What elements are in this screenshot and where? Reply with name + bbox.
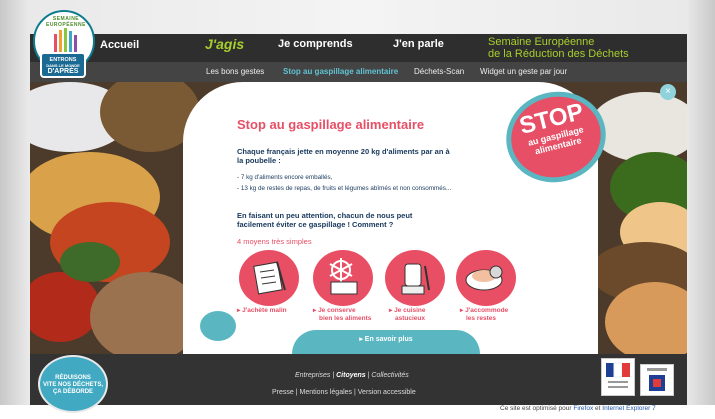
conserve-label[interactable]: ▸ Je conserve bien les aliments: [313, 307, 371, 322]
ie7-link[interactable]: Internet Explorer 7: [602, 405, 655, 412]
optim-et: et: [593, 405, 603, 412]
reduisons-line2: VITE NOS DÉCHETS,: [42, 382, 103, 388]
panel-moyens: 4 moyens très simples: [237, 237, 312, 246]
label-line: ▸ J'accommode: [460, 307, 509, 314]
subnav-stop-gaspillage[interactable]: Stop au gaspillage alimentaire: [283, 67, 398, 76]
nav-je-comprends[interactable]: Je comprends: [278, 38, 353, 50]
cuisine-label[interactable]: ▸ Je cuisine astucieux: [389, 307, 426, 322]
speech-bubble-icon[interactable]: [200, 311, 236, 341]
leftovers-dish-icon: [465, 265, 503, 291]
reduisons-line3: ÇA DÉBORDE: [52, 389, 94, 395]
logo-badge: ENTRONS DANS LE MONDE D'APRÈS: [40, 52, 86, 78]
reduisons-badge[interactable]: RÉDUISONS VITE NOS DÉCHETS, ÇA DÉBORDE: [38, 355, 108, 413]
en-savoir-plus-button[interactable]: ▸ En savoir plus: [292, 330, 480, 354]
nav-accueil[interactable]: Accueil: [100, 39, 139, 51]
footer: [30, 354, 687, 405]
panel-list: - 7 kg d'aliments encore emballés, - 13 …: [237, 174, 457, 196]
close-icon[interactable]: ×: [660, 84, 676, 100]
label-line: ▸ Je cuisine: [389, 307, 426, 314]
panel-intro: Chaque français jette en moyenne 20 kg d…: [237, 147, 450, 165]
subnav-bons-gestes[interactable]: Les bons gestes: [206, 67, 264, 76]
french-flag-icon: [606, 362, 630, 388]
tomato-shape: [30, 272, 100, 342]
footer-mentions-link[interactable]: Mentions légales: [300, 389, 353, 396]
label-line: bien les aliments: [319, 314, 372, 322]
ademe-icon: [647, 368, 667, 391]
reduisons-line1: RÉDUISONS: [55, 375, 91, 381]
footer-audiences: Entreprises | Citoyens | Collectivités: [295, 372, 409, 379]
republique-logo[interactable]: [601, 358, 635, 396]
nav-jagis[interactable]: J'agis: [205, 36, 244, 52]
footer-presse-link[interactable]: Presse: [272, 389, 294, 396]
salad-shape: [60, 242, 120, 282]
achete-malin-button[interactable]: [239, 250, 299, 306]
label-line: ▸ Je conserve: [313, 307, 356, 314]
ademe-logo[interactable]: [640, 364, 674, 396]
label-line: les restes: [466, 314, 496, 322]
snowflake-box-icon: [329, 258, 358, 295]
label-line: astucieux: [395, 314, 425, 322]
semaine-title[interactable]: Semaine Européenne de la Réduction des D…: [488, 36, 629, 60]
browser-optimization-note: Ce site est optimisé pour Firefox et Int…: [500, 405, 656, 412]
list-item: - 13 kg de restes de repas, de fruits et…: [237, 185, 452, 192]
footer-version-link[interactable]: Version accessible: [358, 389, 416, 396]
mixer-icon: [401, 263, 430, 295]
list-item: - 7 kg d'aliments encore emballés,: [237, 174, 333, 181]
panel-title: Stop au gaspillage alimentaire: [237, 117, 425, 132]
panel-question: En faisant un peu attention, chacun de n…: [237, 211, 413, 229]
semaine-line1: Semaine Européenne: [488, 36, 595, 48]
shopping-list-icon: [253, 261, 286, 295]
optim-text: Ce site est optimisé pour: [500, 405, 574, 412]
label-line: ▸ J'achète malin: [237, 307, 287, 314]
footer-collectivites-link[interactable]: Collectivités: [371, 372, 408, 379]
semaine-line2: de la Réduction des Déchets: [488, 48, 629, 60]
cuisine-button[interactable]: [385, 250, 445, 306]
footer-citoyens-link[interactable]: Citoyens: [336, 372, 366, 379]
subnav-widget[interactable]: Widget un geste par jour: [480, 67, 567, 76]
firefox-link[interactable]: Firefox: [573, 405, 593, 412]
nav-jen-parle[interactable]: J'en parle: [393, 38, 444, 50]
accommode-button[interactable]: [456, 250, 516, 306]
conserve-button[interactable]: [313, 250, 373, 306]
logo-badge-line3: D'APRÈS: [47, 68, 79, 75]
footer-entreprises-link[interactable]: Entreprises: [295, 372, 330, 379]
subnav-dechets-scan[interactable]: Déchets-Scan: [414, 67, 464, 76]
achete-malin-label[interactable]: ▸ J'achète malin: [237, 307, 287, 315]
footer-links: Presse | Mentions légales | Version acce…: [272, 389, 416, 396]
accommode-label[interactable]: ▸ J'accommode les restes: [460, 307, 508, 322]
